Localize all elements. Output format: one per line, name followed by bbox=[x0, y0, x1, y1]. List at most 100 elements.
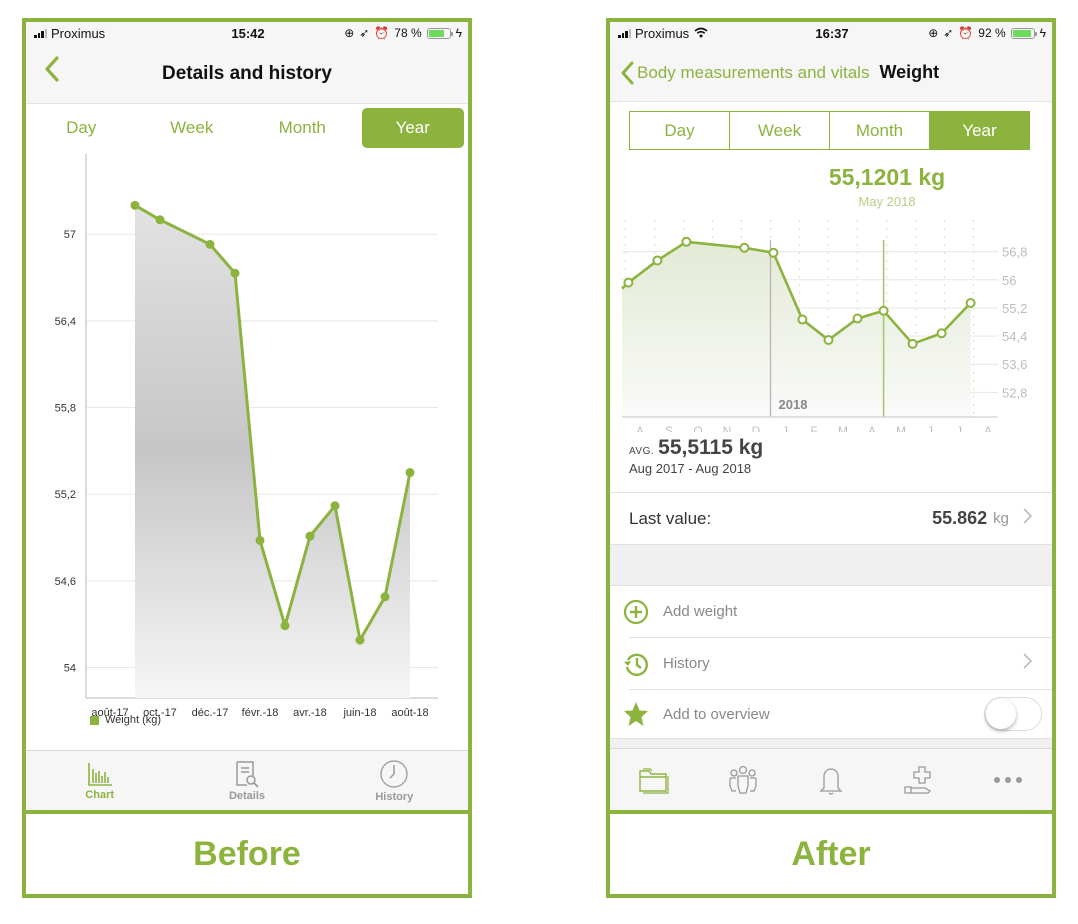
tab-month[interactable]: Month bbox=[251, 108, 354, 148]
document-search-icon bbox=[236, 760, 259, 788]
toggle-knob bbox=[986, 699, 1016, 729]
tab-history-label: History bbox=[375, 790, 414, 803]
tab-year[interactable]: Year bbox=[930, 112, 1029, 149]
data-point[interactable] bbox=[965, 298, 976, 309]
section-separator bbox=[610, 544, 1052, 586]
data-point[interactable] bbox=[878, 305, 889, 316]
alarm-icon: ⏰ bbox=[374, 26, 390, 40]
data-point[interactable] bbox=[255, 535, 265, 545]
weight-chart: 5454,655,255,856,457août-17 oct.-17 déc.-1… bbox=[55, 154, 438, 719]
data-point[interactable] bbox=[155, 215, 165, 225]
data-point[interactable] bbox=[797, 314, 808, 325]
star-icon bbox=[623, 701, 649, 727]
data-point[interactable] bbox=[130, 200, 140, 210]
tab-more[interactable] bbox=[964, 749, 1052, 810]
location-icon: ➶ bbox=[943, 26, 954, 40]
data-point[interactable] bbox=[230, 268, 240, 278]
status-time: 16:37 bbox=[815, 25, 849, 41]
x-tick-label: août-18 bbox=[391, 707, 428, 719]
period-selector: Day Week Month Year bbox=[629, 111, 1030, 150]
add-weight-row[interactable]: Add weight bbox=[610, 586, 1052, 637]
tab-day[interactable]: Day bbox=[630, 112, 730, 149]
data-point[interactable] bbox=[205, 239, 215, 249]
data-point[interactable] bbox=[907, 338, 918, 349]
data-point[interactable] bbox=[623, 277, 634, 288]
year-label: 2018 bbox=[779, 397, 808, 412]
tab-week[interactable]: Week bbox=[141, 108, 244, 148]
alarm-icon: ⏰ bbox=[958, 26, 974, 40]
data-point[interactable] bbox=[652, 255, 663, 266]
x-tick-label: févr.-18 bbox=[242, 707, 279, 719]
chart-legend: Weight (kg) bbox=[90, 714, 161, 726]
y-tick-label: 54,4 bbox=[1002, 329, 1027, 344]
data-point[interactable] bbox=[330, 501, 340, 511]
data-point[interactable] bbox=[681, 236, 692, 247]
x-tick-label: A bbox=[868, 424, 876, 432]
before-caption-area: Before bbox=[26, 810, 468, 894]
legend-label: Weight (kg) bbox=[105, 714, 162, 726]
average-value: 55,5115 kg bbox=[658, 436, 764, 459]
tab-chart[interactable]: Chart bbox=[26, 751, 173, 810]
tab-year[interactable]: Year bbox=[361, 108, 464, 148]
clock-icon bbox=[380, 759, 408, 788]
more-icon bbox=[993, 776, 1022, 783]
add-to-overview-toggle[interactable] bbox=[984, 697, 1042, 731]
history-row[interactable]: History bbox=[610, 638, 1052, 689]
average-prefix: AVG. bbox=[629, 446, 655, 457]
y-tick-label: 56,8 bbox=[1002, 245, 1027, 260]
tab-folder[interactable] bbox=[610, 749, 698, 810]
carrier-name: Proximus bbox=[635, 25, 690, 41]
tab-day[interactable]: Day bbox=[30, 108, 133, 148]
battery-icon bbox=[426, 27, 453, 39]
tab-notifications[interactable] bbox=[787, 749, 875, 810]
last-value: 55.862 bbox=[932, 508, 988, 528]
tab-week[interactable]: Week bbox=[730, 112, 830, 149]
location-icon: ➶ bbox=[359, 26, 370, 40]
x-tick-label: M bbox=[838, 424, 848, 432]
page-title: Weight bbox=[879, 62, 940, 82]
add-to-overview-row: Add to overview bbox=[610, 690, 1052, 738]
tab-people[interactable] bbox=[698, 749, 786, 810]
data-point[interactable] bbox=[280, 621, 290, 631]
back-label: Body measurements and vitals bbox=[637, 62, 870, 82]
data-point[interactable] bbox=[739, 242, 750, 253]
data-point[interactable] bbox=[852, 313, 863, 324]
tab-bar: Chart Details History bbox=[26, 750, 468, 810]
before-caption: Before bbox=[193, 834, 301, 873]
legend-swatch bbox=[90, 715, 99, 725]
data-point[interactable] bbox=[355, 635, 365, 645]
before-screen: Proximus 15:42 ⊕ ➶ ⏰ 78 % ϟ Details and … bbox=[26, 22, 468, 810]
last-value-row[interactable]: Last value: 55.862 kg bbox=[610, 492, 1052, 544]
back-button[interactable]: Body measurements and vitals bbox=[620, 61, 869, 85]
selected-value: 55,1201 kg bbox=[828, 164, 946, 190]
nav-bar: Details and history bbox=[26, 44, 468, 104]
data-point[interactable] bbox=[823, 334, 834, 345]
bar-chart-icon bbox=[87, 762, 112, 786]
data-point[interactable] bbox=[380, 592, 390, 602]
plus-circle-icon bbox=[623, 599, 649, 625]
data-point[interactable] bbox=[936, 328, 947, 339]
tab-details[interactable]: Details bbox=[173, 751, 320, 810]
y-tick-label: 52,8 bbox=[1002, 385, 1027, 400]
y-tick-label: 57 bbox=[64, 229, 76, 241]
charging-icon: ϟ bbox=[455, 26, 463, 40]
x-tick-label: M bbox=[896, 424, 906, 432]
add-to-overview-label: Add to overview bbox=[663, 705, 770, 723]
tab-month[interactable]: Month bbox=[830, 112, 930, 149]
data-point[interactable] bbox=[768, 247, 779, 258]
chevron-right-icon bbox=[1023, 653, 1033, 674]
orientation-lock-icon: ⊕ bbox=[344, 26, 355, 40]
data-point[interactable] bbox=[305, 531, 315, 541]
x-tick-label: J bbox=[956, 424, 962, 432]
weight-chart[interactable]: 52,8 53,6 54,4 55,2 56 56,8 2018 A S O N D J F M A M J J A bbox=[610, 212, 1052, 432]
battery-icon bbox=[1010, 27, 1037, 39]
tab-history[interactable]: History bbox=[321, 751, 468, 810]
back-button[interactable] bbox=[44, 56, 60, 88]
tab-care[interactable] bbox=[875, 749, 963, 810]
x-tick-label: S bbox=[665, 424, 673, 432]
x-tick-label: juin-18 bbox=[342, 707, 376, 719]
after-caption: After bbox=[791, 834, 871, 873]
before-phone-frame: Proximus 15:42 ⊕ ➶ ⏰ 78 % ϟ Details and … bbox=[22, 18, 472, 898]
status-time: 15:42 bbox=[231, 25, 265, 41]
data-point[interactable] bbox=[405, 468, 415, 478]
